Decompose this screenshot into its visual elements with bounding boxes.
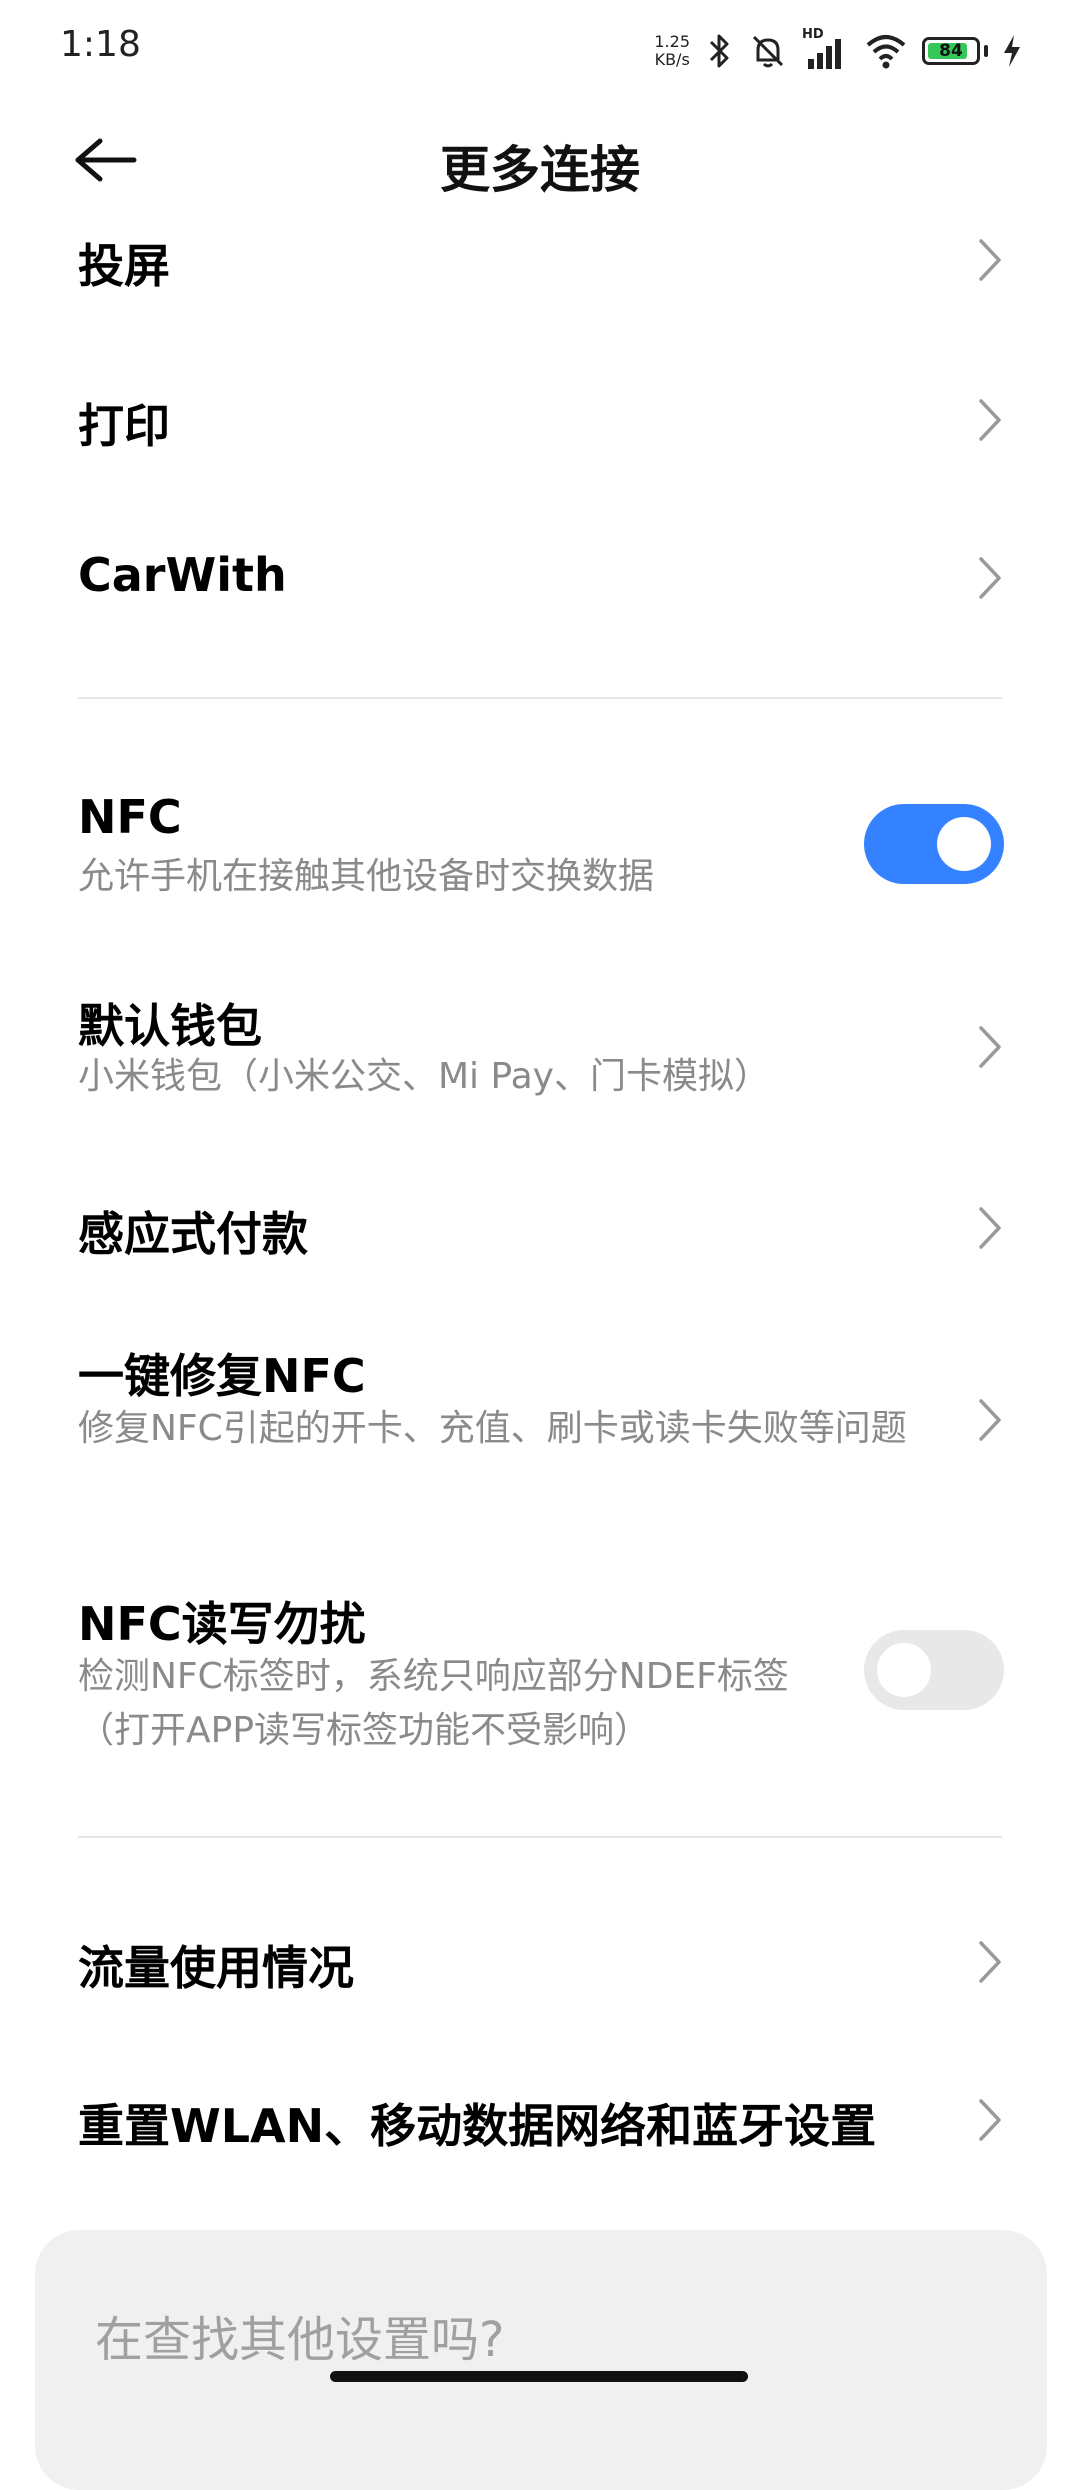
status-time: 1:18 bbox=[60, 24, 141, 65]
reset-network-title: 重置WLAN、移动数据网络和蓝牙设置 bbox=[78, 2099, 877, 2153]
nfc-dnd-subtitle: 检测NFC标签时，系统只响应部分NDEF标签（打开APP读写标签功能不受影响） bbox=[78, 1656, 789, 1751]
page-title: 更多连接 bbox=[440, 141, 640, 199]
list-item-repair-nfc[interactable]: 一键修复NFC 修复NFC引起的开卡、充值、刷卡或读卡失败等问题 bbox=[0, 1340, 1080, 1520]
nfc-dnd-toggle[interactable] bbox=[864, 1630, 1004, 1710]
default-wallet-title: 默认钱包 bbox=[78, 999, 262, 1053]
chevron-right-icon bbox=[979, 239, 1001, 281]
list-item-reset-network[interactable]: 重置WLAN、移动数据网络和蓝牙设置 bbox=[0, 2080, 1080, 2160]
toggle-knob bbox=[877, 1643, 931, 1697]
nfc-subtitle: 允许手机在接触其他设备时交换数据 bbox=[78, 856, 655, 897]
list-item-data-usage[interactable]: 流量使用情况 bbox=[0, 1922, 1080, 2002]
nfc-dnd-title: NFC读写勿扰 bbox=[78, 1597, 366, 1651]
list-item-nfc-dnd[interactable]: NFC读写勿扰 检测NFC标签时，系统只响应部分NDEF标签（打开APP读写标签… bbox=[0, 1588, 1080, 1758]
wifi-icon bbox=[866, 35, 906, 69]
toggle-knob bbox=[937, 817, 991, 871]
battery-icon: 84 bbox=[922, 37, 980, 65]
section-divider bbox=[78, 1836, 1002, 1838]
carwith-title: CarWith bbox=[78, 548, 287, 602]
header: 更多连接 bbox=[0, 100, 1080, 220]
repair-nfc-subtitle: 修复NFC引起的开卡、充值、刷卡或读卡失败等问题 bbox=[78, 1408, 907, 1449]
chevron-right-icon bbox=[979, 1399, 1001, 1441]
network-speed-unit: KB/s bbox=[654, 50, 690, 69]
list-item-tap-to-pay[interactable]: 感应式付款 bbox=[0, 1188, 1080, 1268]
status-bar: 1:18 1.25 KB/s HD 84 bbox=[0, 0, 1080, 100]
search-prompt: 在查找其他设置吗? bbox=[95, 2312, 505, 2368]
battery-level: 84 bbox=[939, 41, 963, 61]
print-title: 打印 bbox=[78, 399, 170, 453]
charging-bolt-icon bbox=[1004, 35, 1020, 67]
home-indicator[interactable] bbox=[330, 2371, 748, 2382]
cellular-signal-icon: HD bbox=[802, 27, 850, 71]
battery-cap bbox=[984, 45, 988, 57]
default-wallet-subtitle: 小米钱包（小米公交、Mi Pay、门卡模拟） bbox=[78, 1056, 770, 1097]
list-item-nfc[interactable]: NFC 允许手机在接触其他设备时交换数据 bbox=[0, 780, 1080, 910]
search-settings-card[interactable]: 在查找其他设置吗? bbox=[35, 2230, 1047, 2490]
list-item-print[interactable]: 打印 bbox=[0, 380, 1080, 460]
nfc-title: NFC bbox=[78, 790, 182, 844]
chevron-right-icon bbox=[979, 1941, 1001, 1983]
bluetooth-icon bbox=[709, 34, 729, 68]
data-usage-title: 流量使用情况 bbox=[78, 1941, 354, 1995]
chevron-right-icon bbox=[979, 1207, 1001, 1249]
chevron-right-icon bbox=[979, 399, 1001, 441]
chevron-right-icon bbox=[979, 557, 1001, 599]
repair-nfc-title: 一键修复NFC bbox=[78, 1349, 366, 1403]
status-icons: 1.25 KB/s HD 84 bbox=[654, 27, 1022, 74]
list-item-cast[interactable]: 投屏 bbox=[0, 220, 1080, 300]
section-divider bbox=[78, 697, 1002, 699]
bell-muted-icon bbox=[752, 35, 784, 68]
chevron-right-icon bbox=[979, 2099, 1001, 2141]
list-item-default-wallet[interactable]: 默认钱包 小米钱包（小米公交、Mi Pay、门卡模拟） bbox=[0, 980, 1080, 1110]
chevron-right-icon bbox=[979, 1026, 1001, 1068]
network-speed-value: 1.25 bbox=[654, 32, 690, 51]
cast-title: 投屏 bbox=[78, 239, 170, 293]
tap-to-pay-title: 感应式付款 bbox=[78, 1207, 308, 1261]
list-item-carwith[interactable]: CarWith bbox=[0, 538, 1080, 618]
nfc-toggle[interactable] bbox=[864, 804, 1004, 884]
network-speed: 1.25 KB/s bbox=[654, 33, 690, 69]
